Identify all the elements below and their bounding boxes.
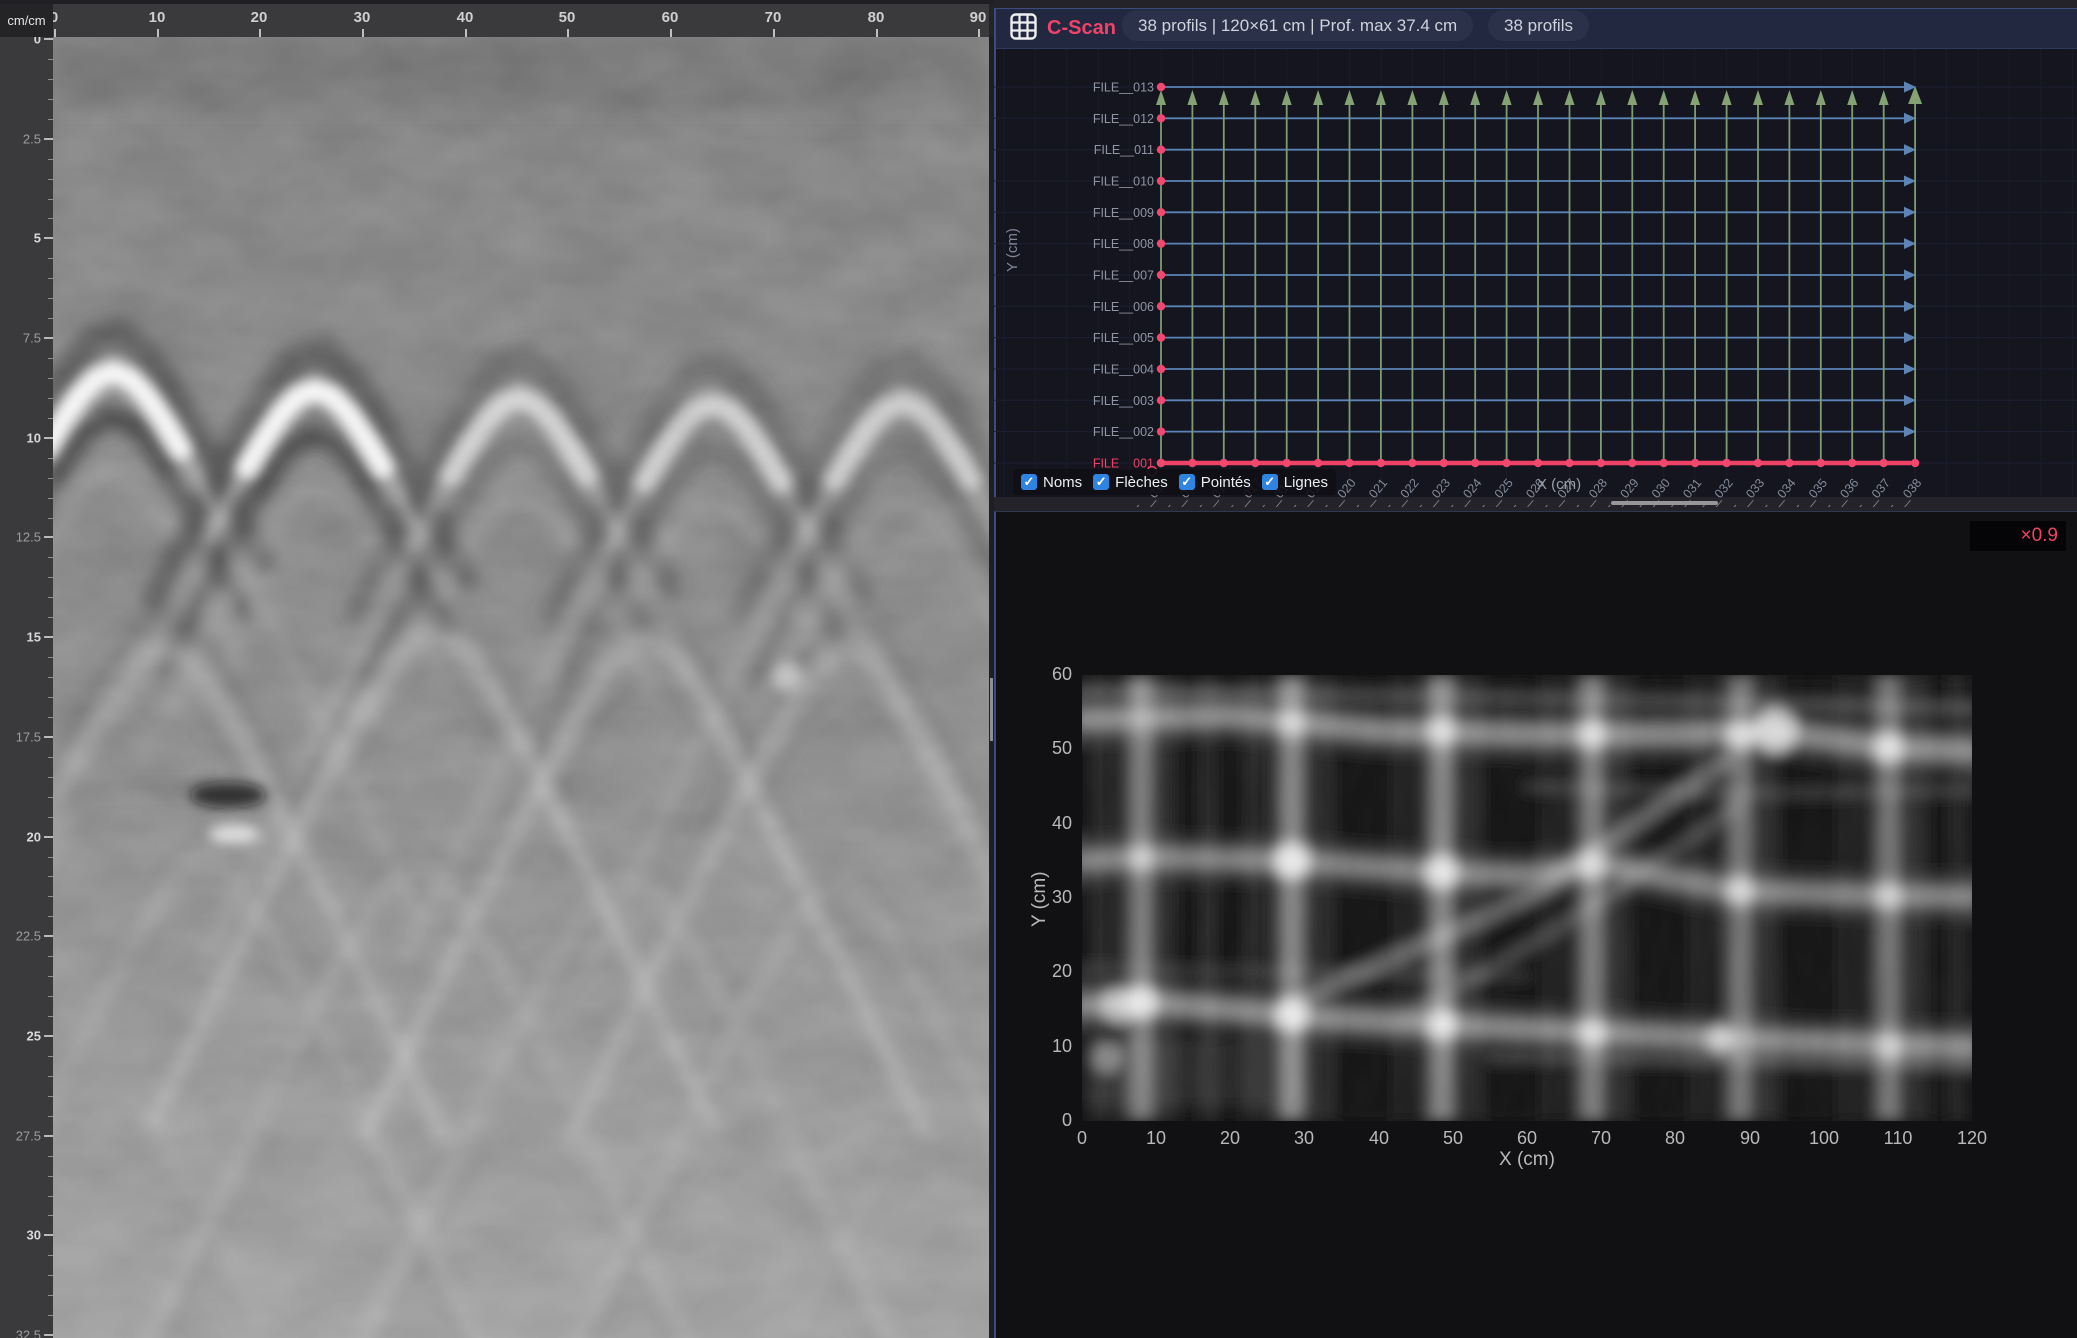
svg-text:FILE__004: FILE__004 bbox=[1093, 363, 1154, 377]
svg-text:Y (cm): Y (cm) bbox=[1004, 228, 1021, 272]
svg-text:FILE__007: FILE__007 bbox=[1093, 269, 1154, 283]
svg-text:FILE__010: FILE__010 bbox=[1093, 175, 1154, 189]
svg-text:FILE__003: FILE__003 bbox=[1093, 394, 1154, 408]
svg-text:FILE__009: FILE__009 bbox=[1093, 206, 1154, 220]
svg-text:FILE__002: FILE__002 bbox=[1093, 425, 1154, 439]
svg-text:FILE__006: FILE__006 bbox=[1093, 300, 1154, 314]
svg-text:FILE__013: FILE__013 bbox=[1093, 81, 1154, 95]
svg-text:FILE__012: FILE__012 bbox=[1093, 112, 1154, 126]
svg-text:FILE__011: FILE__011 bbox=[1094, 143, 1154, 157]
svg-text:FILE__008: FILE__008 bbox=[1093, 237, 1154, 251]
svg-text:FILE__005: FILE__005 bbox=[1093, 331, 1154, 345]
svg-text:X (cm): X (cm) bbox=[1537, 476, 1581, 493]
